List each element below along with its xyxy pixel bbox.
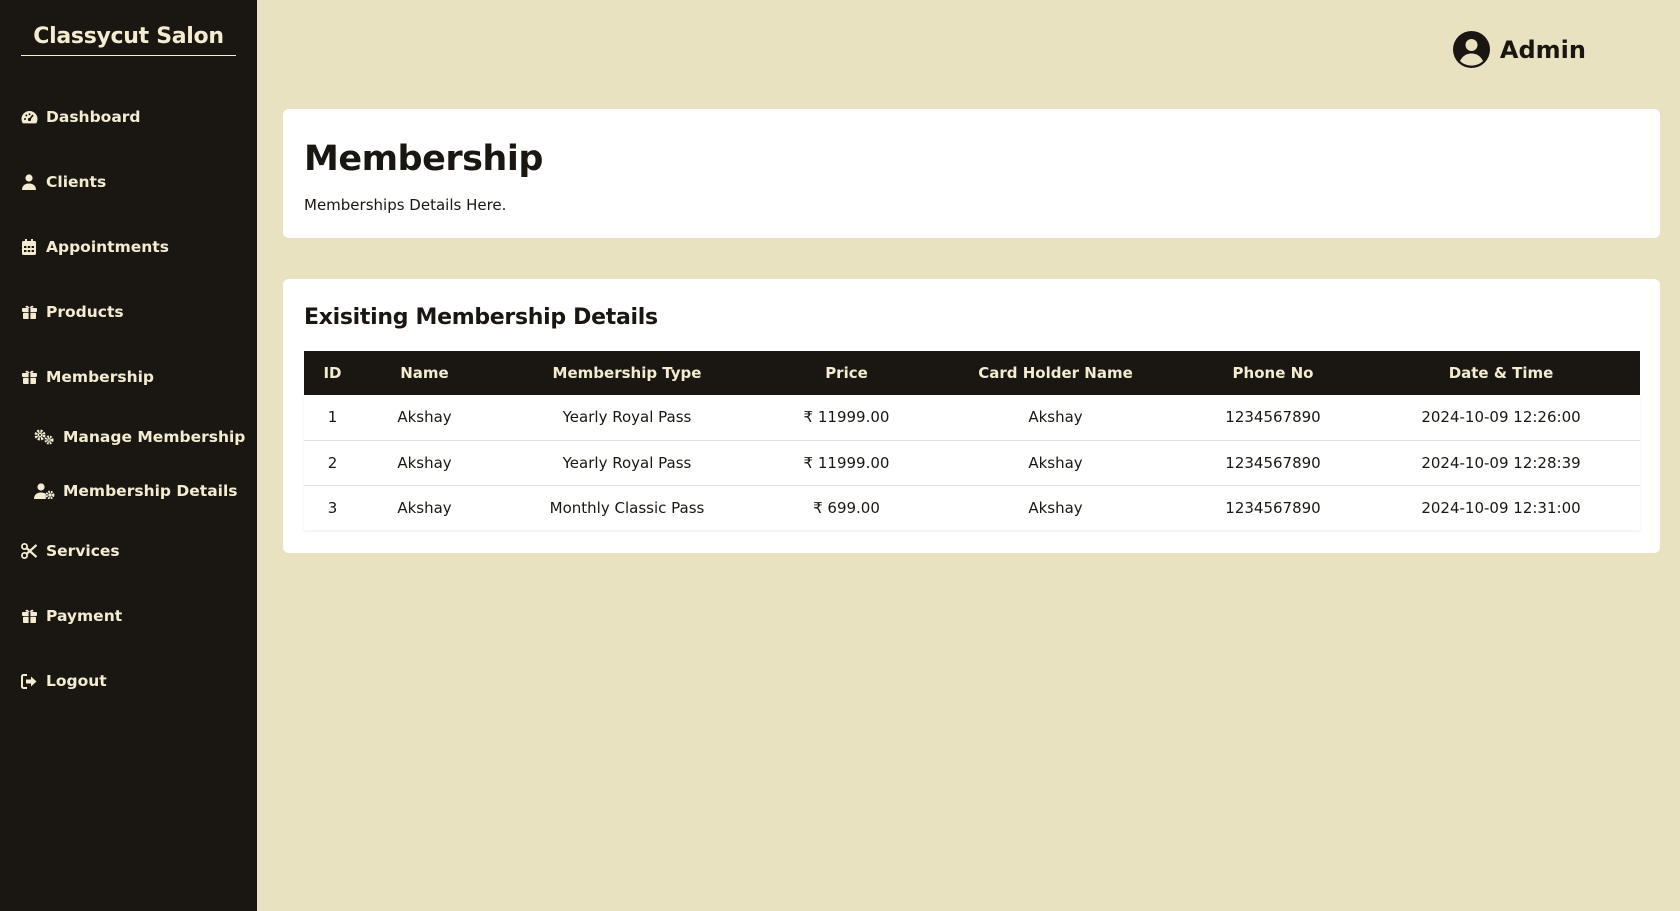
cell-card-holder-name: Akshay: [1028, 498, 1083, 517]
table-row: 3 Akshay Monthly Classic Pass ₹ 699.00 A…: [304, 485, 1640, 530]
scissors-icon: [20, 542, 38, 560]
sidebar-item-clients[interactable]: Clients: [20, 170, 106, 194]
cell-membership-type: Yearly Royal Pass: [488, 395, 766, 441]
gift-box-icon: [20, 368, 38, 386]
cell-price: ₹ 699.00: [813, 498, 880, 517]
sidebar-item-label: Services: [46, 542, 120, 560]
cell-price: ₹ 11999.00: [766, 440, 927, 486]
user-icon: [20, 173, 38, 191]
cell-phone-no: 1234567890: [1225, 498, 1321, 517]
table-header-row: ID Name Membership Type Price Card Holde…: [304, 351, 1640, 395]
cell-card-holder-name: Akshay: [927, 395, 1184, 441]
column-header-name: Name: [400, 364, 449, 382]
cell-price: ₹ 11999.00: [766, 395, 927, 441]
sidebar-item-label: Clients: [46, 173, 107, 191]
cell-id: 2: [304, 440, 361, 486]
gift-box-icon: [20, 303, 38, 321]
sidebar-item-label: Membership: [46, 368, 155, 386]
main-content: Admin Membership Memberships Details Her…: [257, 0, 1680, 911]
column-header-date-time: Date & Time: [1448, 364, 1554, 382]
sidebar-item-label: Products: [46, 303, 124, 321]
gears-icon: [33, 428, 55, 446]
sidebar-item-membership[interactable]: Membership: [20, 365, 154, 389]
page-header-card: Membership Memberships Details Here.: [283, 109, 1660, 238]
table-title: Exisiting Membership Details: [304, 305, 658, 330]
cell-date-time: 2024-10-09 12:26:00: [1362, 395, 1640, 441]
table-row: 1 Akshay Yearly Royal Pass ₹ 11999.00 Ak…: [304, 395, 1640, 441]
user-gear-icon: [33, 482, 55, 500]
sidebar-item-products[interactable]: Products: [20, 300, 124, 324]
calendar-icon: [20, 238, 38, 256]
cell-name: Akshay: [397, 498, 452, 517]
column-header-card-holder-name: Card Holder Name: [978, 364, 1133, 382]
sidebar-subitem-manage-membership[interactable]: Manage Membership: [33, 425, 245, 449]
cell-date-time: 2024-10-09 12:28:39: [1362, 440, 1640, 486]
sidebar-item-payment[interactable]: Payment: [20, 604, 122, 628]
gift-box-icon: [20, 607, 38, 625]
sidebar-item-label: Dashboard: [46, 108, 141, 126]
user-menu[interactable]: Admin: [1452, 31, 1586, 68]
sidebar-item-label: Logout: [46, 672, 107, 690]
cell-membership-type: Monthly Classic Pass: [549, 498, 705, 517]
sidebar: Classycut Salon Dashboard Clients Appoin…: [0, 0, 257, 911]
sidebar-item-label: Manage Membership: [63, 428, 246, 446]
cell-name: Akshay: [361, 440, 488, 486]
app: Classycut Salon Dashboard Clients Appoin…: [0, 0, 1680, 911]
membership-table-card: Exisiting Membership Details ID Name Mem…: [283, 279, 1660, 553]
cell-id: 1: [304, 395, 361, 441]
user-circle-icon: [1452, 31, 1490, 68]
sidebar-item-label: Membership Details: [63, 482, 238, 500]
cell-name: Akshay: [361, 395, 488, 441]
sidebar-subitem-membership-details[interactable]: Membership Details: [33, 479, 238, 503]
sidebar-item-label: Appointments: [46, 238, 169, 256]
column-header-phone-no: Phone No: [1232, 364, 1314, 382]
dashboard-gauge-icon: [20, 108, 38, 126]
column-header-membership-type: Membership Type: [552, 364, 702, 382]
sidebar-item-logout[interactable]: Logout: [20, 669, 107, 693]
sidebar-item-dashboard[interactable]: Dashboard: [20, 105, 141, 129]
membership-table: ID Name Membership Type Price Card Holde…: [304, 351, 1640, 530]
sidebar-item-label: Payment: [46, 607, 123, 625]
cell-date-time: 2024-10-09 12:31:00: [1421, 498, 1581, 517]
cell-card-holder-name: Akshay: [927, 440, 1184, 486]
cell-id: 3: [327, 498, 338, 517]
cell-phone-no: 1234567890: [1184, 395, 1362, 441]
sign-out-icon: [20, 672, 38, 690]
user-name: Admin: [1499, 35, 1586, 64]
table-row: 2 Akshay Yearly Royal Pass ₹ 11999.00 Ak…: [304, 440, 1640, 486]
brand-logo[interactable]: Classycut Salon: [21, 24, 236, 56]
sidebar-item-appointments[interactable]: Appointments: [20, 235, 169, 259]
cell-phone-no: 1234567890: [1184, 440, 1362, 486]
page-title: Membership: [304, 139, 543, 179]
page-subtitle: Memberships Details Here.: [304, 196, 507, 214]
cell-membership-type: Yearly Royal Pass: [488, 440, 766, 486]
column-header-price: Price: [825, 364, 868, 382]
column-header-id: ID: [323, 364, 342, 382]
sidebar-item-services[interactable]: Services: [20, 539, 120, 563]
